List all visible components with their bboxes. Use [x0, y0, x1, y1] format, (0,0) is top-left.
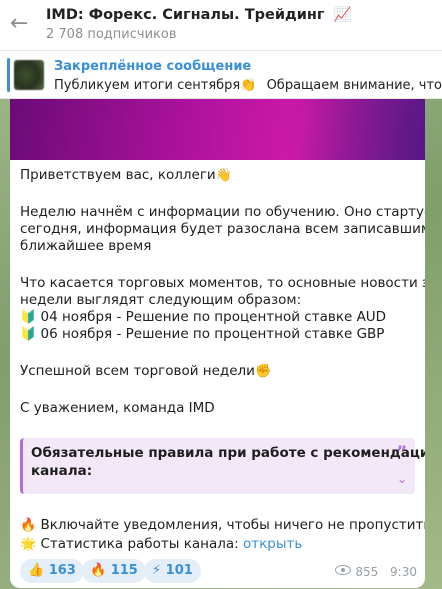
pinned-text: Публикуем итоги сентября👏 Обращаем внима… [54, 78, 442, 93]
body-line-3: ближайшее время [20, 238, 152, 254]
eye-icon [335, 565, 352, 575]
quote-mark-icon: ” [396, 442, 407, 461]
reaction-count: 101 [165, 563, 193, 578]
body-line-2: сегодня, информация будет разослана всем… [20, 221, 425, 237]
message-meta: 855 9:30 [335, 565, 417, 579]
thumbs-up-icon: 👍 [28, 563, 45, 578]
notify-text: Включайте уведомления, чтобы ничего не п… [40, 517, 425, 533]
waving-hand-icon: 👋 [215, 168, 232, 183]
greeting-line: Приветствуем вас, коллеги👋 [20, 167, 232, 184]
raised-fist-icon: ✊ [254, 364, 272, 379]
pinned-indicator [7, 58, 10, 92]
rules-quote-line-2: канала: [31, 463, 93, 479]
pinned-message-bar[interactable]: Закреплённое сообщение Публикуем итоги с… [0, 51, 442, 99]
fire-icon: 🔥 [20, 518, 37, 533]
signature: С уважением, команда IMD [20, 400, 215, 416]
channel-title-text: IMD: Форекс. Сигналы. Трейдинг [46, 7, 325, 23]
pinned-text-part2: Обращаем внимание, что мы н [266, 78, 442, 93]
clapping-hands-icon: 👏 [240, 78, 257, 93]
back-arrow-icon[interactable]: ← [10, 13, 30, 35]
body-line-4: Что касается торговых моментов, то основ… [20, 275, 425, 291]
message-time: 9:30 [390, 565, 417, 579]
view-count: 855 [355, 565, 379, 579]
wish-text: Успешной всем торговой недели [20, 363, 255, 379]
lightning-icon: ⚡ [152, 563, 162, 578]
notify-line: 🔥 Включайте уведомления, чтобы ничего не… [20, 517, 425, 534]
news-item: 🔰 04 ноября - Решение по процентной став… [20, 309, 386, 326]
reaction-thumbs-up[interactable]: 👍 163 [20, 559, 84, 583]
beginner-icon: 🔰 [20, 310, 37, 325]
pinned-thumbnail [14, 60, 44, 90]
message-bubble[interactable]: Приветствуем вас, коллеги👋 Неделю начнём… [10, 99, 425, 588]
stats-link[interactable]: открыть [243, 536, 302, 552]
beginner-icon: 🔰 [20, 327, 37, 342]
reaction-count: 115 [110, 563, 138, 578]
wish-line: Успешной всем торговой недели✊ [20, 363, 271, 380]
subscriber-count: 2 708 подписчиков [46, 27, 177, 42]
pinned-label: Закреплённое сообщение [54, 59, 252, 74]
reaction-fire[interactable]: 🔥 115 [82, 559, 146, 583]
chart-increasing-icon: 📈 [333, 7, 352, 23]
channel-title[interactable]: IMD: Форекс. Сигналы. Трейдинг 📈 [46, 6, 352, 23]
reaction-count: 163 [48, 563, 76, 578]
fire-icon: 🔥 [90, 563, 107, 578]
news-item: 🔰 06 ноября - Решение по процентной став… [20, 326, 384, 343]
rules-quote-text: Обязательные правила при работе с рекоме… [31, 444, 425, 480]
chat-header: ← IMD: Форекс. Сигналы. Трейдинг 📈 2 708… [0, 0, 442, 51]
glowing-star-icon: 🌟 [20, 537, 37, 552]
news-item-text: 04 ноября - Решение по процентной ставке… [40, 309, 387, 325]
greeting-text: Приветствуем вас, коллеги [20, 167, 216, 183]
stats-label: Статистика работы канала: [40, 536, 239, 552]
chevron-down-icon[interactable]: ⌄ [397, 472, 407, 486]
news-item-text: 06 ноября - Решение по процентной ставке… [40, 326, 385, 342]
rules-quote-line-1: Обязательные правила при работе с рекоме… [31, 445, 425, 461]
body-line-1: Неделю начнём с информации по обучению. … [20, 204, 425, 220]
stats-line: 🌟 Статистика работы канала: открыть [20, 536, 302, 553]
reaction-lightning[interactable]: ⚡ 101 [144, 559, 201, 583]
pinned-text-part1: Публикуем итоги сентября [54, 78, 241, 93]
rules-quote-block[interactable]: Обязательные правила при работе с рекоме… [20, 438, 425, 494]
message-media-image[interactable] [10, 99, 425, 160]
body-line-5: недели выглядят следующим образом: [20, 292, 302, 308]
